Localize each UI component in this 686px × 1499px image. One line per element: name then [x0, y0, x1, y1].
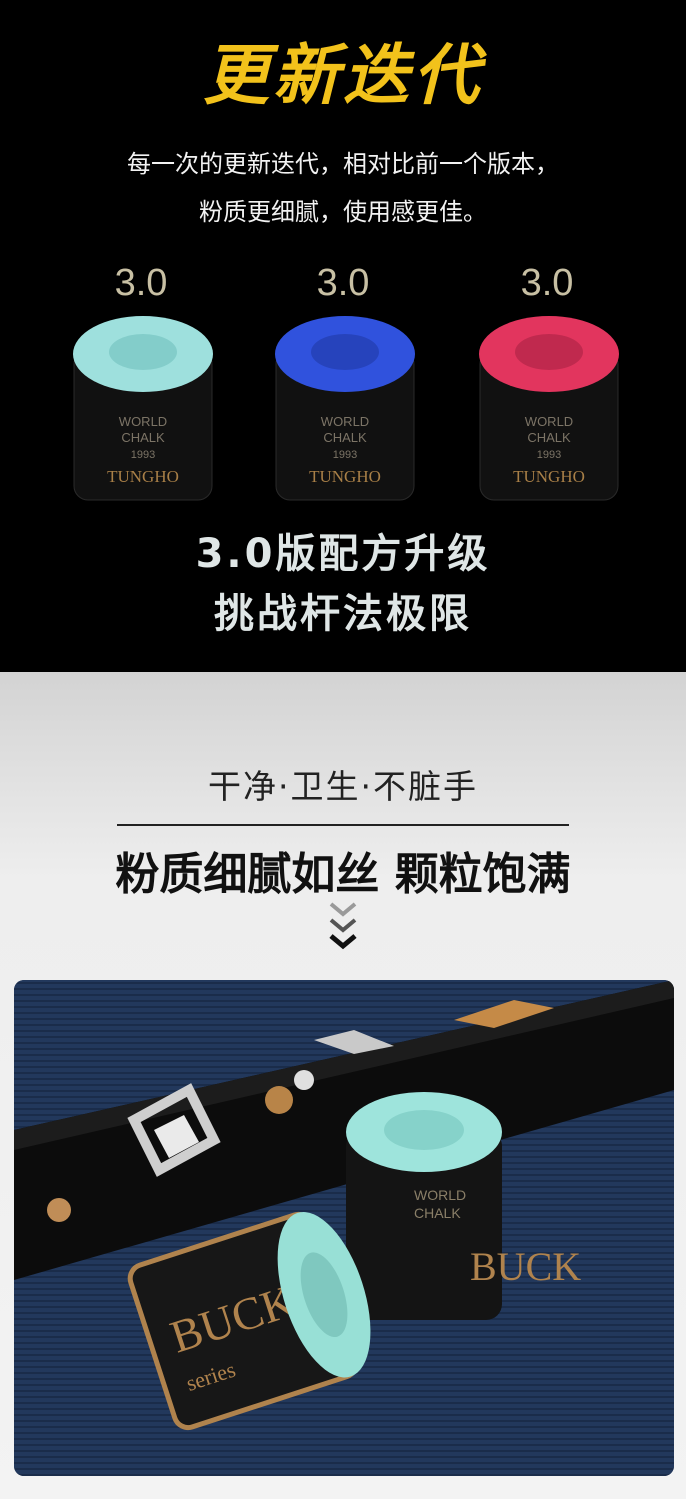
chalk-cube-pink: 3.0 WORLD CHALK 1993 TUNGHO	[462, 262, 632, 512]
tagline: 3.0版配方升级 挑战杆法极限	[0, 524, 686, 644]
chalk-cube-image: WORLD CHALK 1993 TUNGHO	[479, 316, 619, 501]
wrapper-text: WORLD	[119, 414, 167, 429]
wrapper-text: CHALK	[121, 430, 165, 445]
wrapper-logo: BUCK	[470, 1244, 581, 1289]
tagline-line-1: 3.0版配方升级	[195, 531, 491, 577]
scroll-down-chevrons-icon	[329, 902, 357, 950]
wrapper-brand: TUNGHO	[513, 467, 585, 486]
chalk-cube-blue: 3.0 WORLD CHALK 1993 TUNGHO	[258, 262, 428, 512]
intro-line-2: 粉质更细腻，使用感更佳。	[199, 198, 487, 226]
top-dark-section: 更新迭代 每一次的更新迭代，相对比前一个版本， 粉质更细腻，使用感更佳。 3.0…	[0, 0, 686, 672]
chalk-cube-teal: 3.0 WORLD CHALK 1993 TUNGHO	[56, 262, 226, 512]
wrapper-text: WORLD	[414, 1187, 466, 1203]
tagline-line-2: 挑战杆法极限	[214, 591, 472, 637]
wrapper-text: CHALK	[323, 430, 367, 445]
wrapper-text: WORLD	[321, 414, 369, 429]
version-label: 3.0	[316, 262, 370, 304]
version-label: 3.0	[114, 262, 168, 304]
intro-line-1: 每一次的更新迭代，相对比前一个版本，	[127, 150, 559, 178]
wrapper-text: CHALK	[414, 1205, 461, 1221]
wrapper-text: CHALK	[527, 430, 571, 445]
version-label: 3.0	[520, 262, 574, 304]
wrapper-text: 1993	[537, 449, 561, 461]
feature-list: 干净·卫生·不脏手	[208, 767, 478, 806]
feature-headline: 粉质细腻如丝 颗粒饱满	[115, 849, 571, 900]
wrapper-text: 1993	[131, 449, 155, 461]
divider	[117, 824, 569, 826]
intro-text: 每一次的更新迭代，相对比前一个版本， 粉质更细腻，使用感更佳。	[0, 140, 686, 236]
wrapper-brand: TUNGHO	[309, 467, 381, 486]
chalk-cube-image: WORLD CHALK 1993 TUNGHO	[275, 316, 415, 501]
product-photo: WORLD CHALK BUCK BUCK series	[14, 980, 674, 1476]
wrapper-brand: TUNGHO	[107, 467, 179, 486]
chalk-cube-image: WORLD CHALK 1993 TUNGHO	[73, 316, 213, 501]
wrapper-text: WORLD	[525, 414, 573, 429]
product-photo-image: WORLD CHALK BUCK BUCK series	[14, 980, 674, 1476]
wrapper-text: 1993	[333, 449, 357, 461]
headline: 更新迭代	[203, 37, 483, 114]
